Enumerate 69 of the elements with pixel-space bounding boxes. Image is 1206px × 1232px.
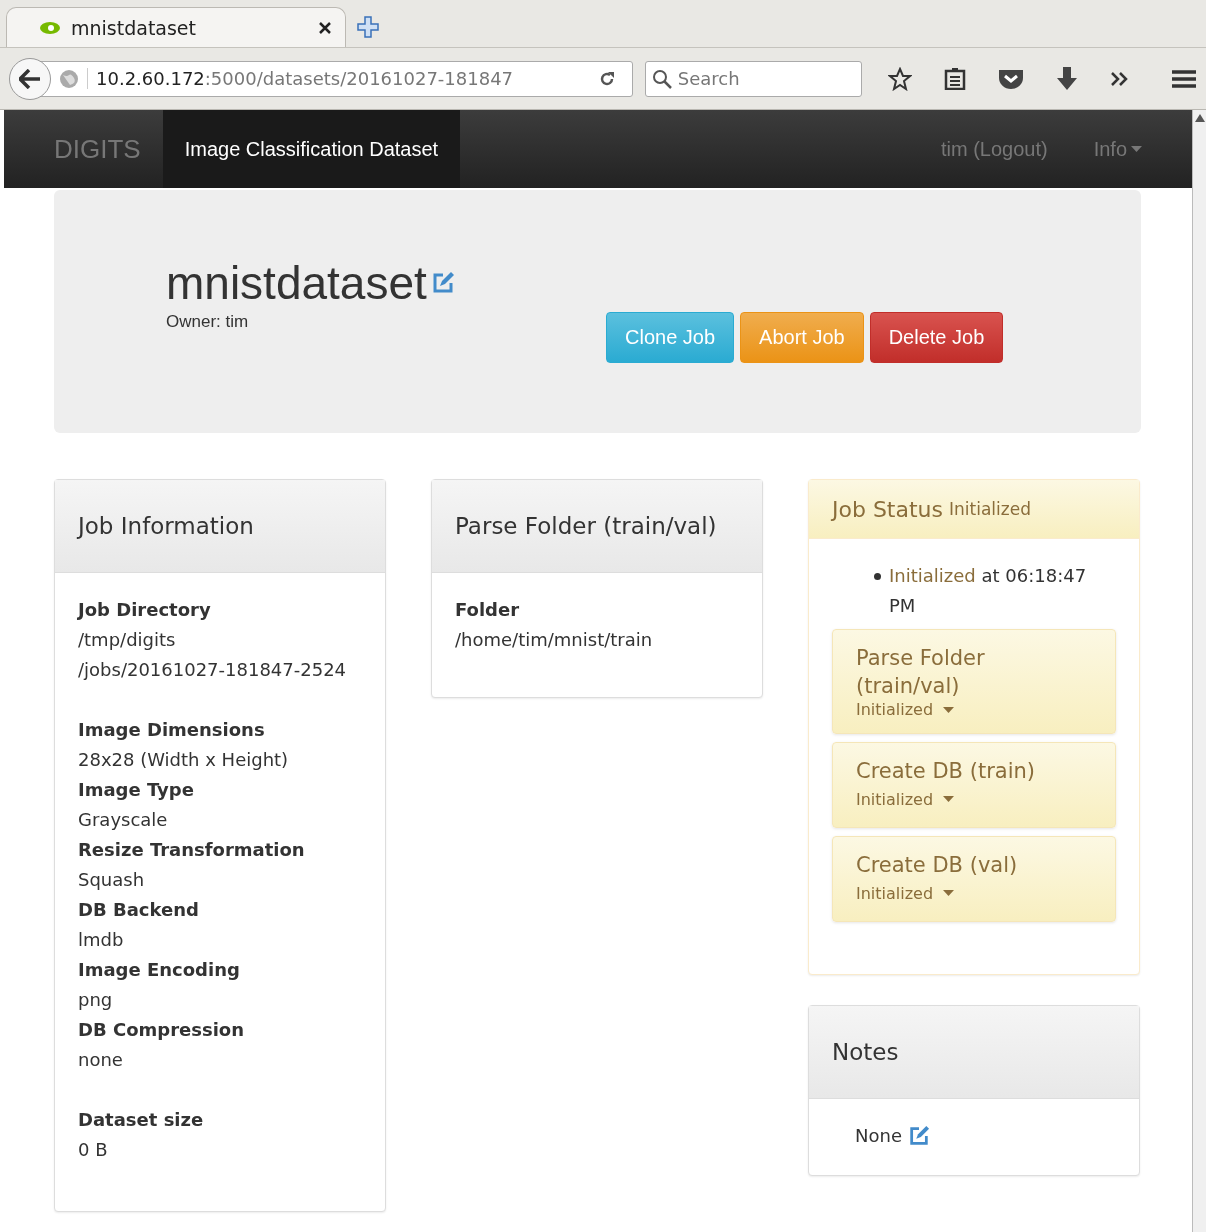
job-button[interactable]: Clone Job <box>606 312 735 363</box>
field-label: Image Encoding <box>78 958 241 982</box>
edit-icon[interactable] <box>907 1125 930 1147</box>
status-event: Initialized at 06:18:47 PM <box>889 564 1088 618</box>
notes-text: None <box>855 1124 902 1148</box>
pocket-icon[interactable] <box>998 67 1024 90</box>
job-title: mnistdataset <box>166 255 427 310</box>
task-panel[interactable]: Parse Folder (train/val) Initialized <box>832 629 1116 734</box>
field-value: lmdb <box>78 928 125 952</box>
caret-icon <box>1131 146 1142 152</box>
field-label: Image Dimensions <box>78 718 266 742</box>
status-text: Initialized <box>949 499 1031 519</box>
back-button[interactable] <box>9 57 51 100</box>
field-value: /jobs/20161027-181847-2524 <box>78 658 348 682</box>
task-status: Initialized <box>856 700 934 719</box>
field-value: 0 B <box>78 1138 109 1162</box>
field-label: Job Directory <box>78 598 212 622</box>
field-label: Image Type <box>78 778 195 802</box>
field-value: none <box>78 1048 124 1072</box>
url-text: 10.2.60.172:5000/datasets/20161027-181847 <box>87 68 590 89</box>
field-value: /tmp/digits <box>78 628 177 652</box>
caret-icon <box>943 890 955 896</box>
bullet-icon <box>874 573 881 580</box>
task-panel[interactable]: Create DB (train) Initialized <box>832 742 1116 828</box>
globe-icon <box>59 68 79 89</box>
star-icon[interactable] <box>888 66 912 91</box>
scrollbar[interactable] <box>1192 110 1206 1232</box>
task-panel[interactable]: Create DB (val) Initialized <box>832 836 1116 922</box>
menu-icon[interactable] <box>1172 68 1196 89</box>
task-name: Parse Folder (train/val) <box>856 645 986 700</box>
field-value: png <box>78 988 114 1012</box>
caret-icon <box>943 706 955 713</box>
nav-item[interactable]: Image Classification Dataset <box>162 110 461 188</box>
brand-link[interactable]: DIGITS <box>4 110 163 188</box>
task-status: Initialized <box>856 883 934 903</box>
field-label: DB Compression <box>78 1018 245 1042</box>
field-value: Grayscale <box>78 808 169 832</box>
back-arrow-icon <box>19 68 41 89</box>
info-menu[interactable]: Info <box>1093 137 1142 161</box>
download-icon[interactable] <box>1056 66 1078 91</box>
chevrons-icon[interactable] <box>1110 70 1130 87</box>
field-label: DB Backend <box>78 898 200 922</box>
search-icon <box>651 68 672 89</box>
eye-logo-icon <box>39 20 61 35</box>
task-status: Initialized <box>856 789 934 809</box>
browser-tab[interactable]: mnistdataset <box>6 7 346 47</box>
panel-title: Job Status <box>832 496 943 522</box>
url-field[interactable]: 10.2.60.172:5000/datasets/20161027-181847 <box>10 60 633 97</box>
clipboard-icon[interactable] <box>944 67 966 90</box>
field-value: /home/tim/mnist/train <box>455 628 654 652</box>
search-field[interactable]: Search <box>644 60 862 97</box>
task-name: Create DB (train) <box>856 758 1035 785</box>
job-button[interactable]: Delete Job <box>869 312 1004 363</box>
caret-icon <box>943 796 955 802</box>
logout-link[interactable]: tim (Logout) <box>940 137 1048 161</box>
close-icon[interactable] <box>319 21 331 34</box>
panel-title: Notes <box>809 1006 1139 1099</box>
up-arrow-icon[interactable] <box>1194 114 1205 122</box>
plus-icon[interactable] <box>356 15 380 39</box>
field-label: Dataset size <box>78 1108 205 1132</box>
owner-text: Owner: tim <box>166 311 250 332</box>
panel-title: Job Information <box>55 480 385 573</box>
field-value: 28x28 (Width x Height) <box>78 748 290 772</box>
field-label: Folder <box>455 598 521 622</box>
panel-title: Parse Folder (train/val) <box>432 480 762 573</box>
field-label: Resize Transformation <box>78 838 306 862</box>
field-value: Squash <box>78 868 146 892</box>
tab-title: mnistdataset <box>71 16 197 39</box>
task-name: Create DB (val) <box>856 852 1018 879</box>
